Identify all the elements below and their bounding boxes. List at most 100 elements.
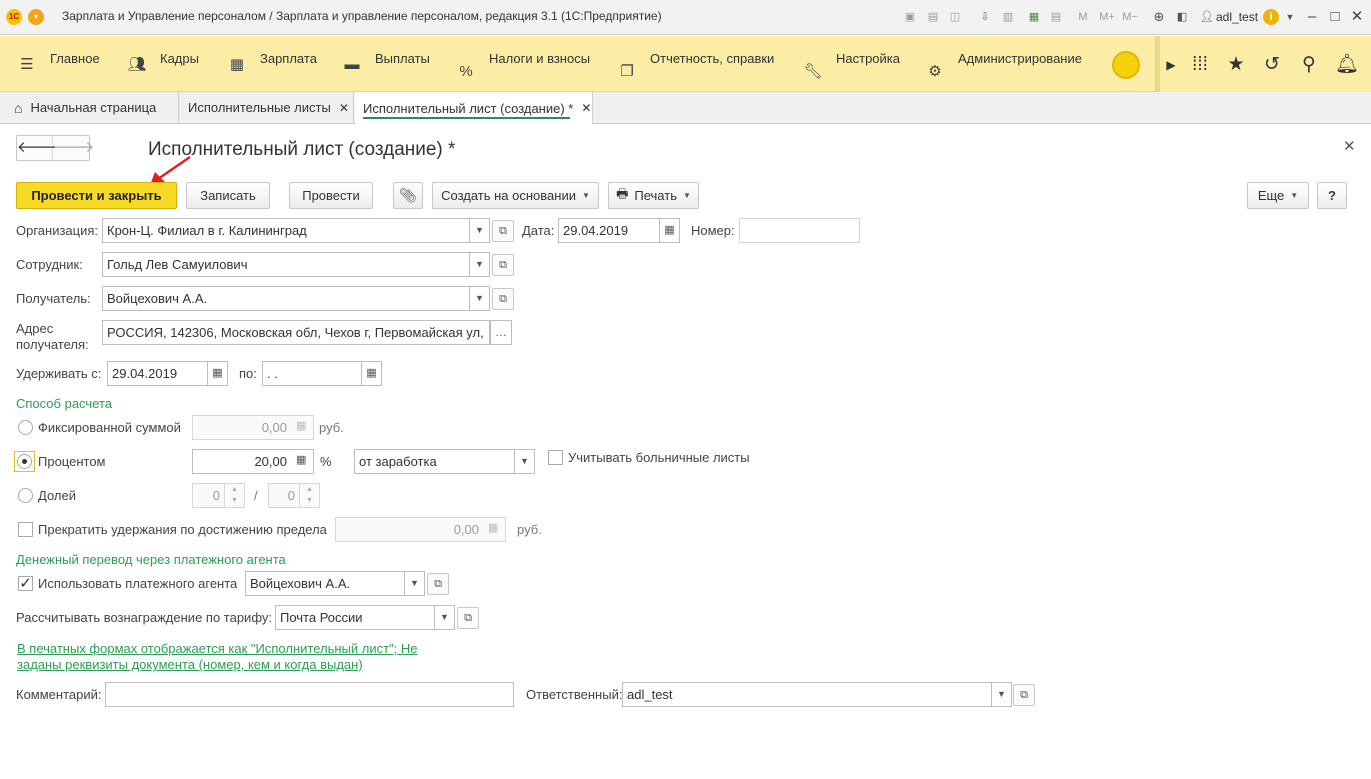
preview-icon[interactable]: ◫ — [947, 9, 963, 25]
calculator-icon[interactable]: ▦ — [296, 453, 306, 466]
wrench-icon: 🔧︎ — [803, 63, 823, 80]
history-icon[interactable]: ↺ — [1259, 52, 1285, 78]
withhold-to-calendar-icon[interactable]: ▦ — [362, 361, 382, 386]
responsible-open-button[interactable]: ⧉ — [1013, 684, 1035, 706]
bell-icon[interactable]: 🔔︎ — [1334, 52, 1360, 78]
layout-icon[interactable]: ◧ — [1174, 9, 1190, 25]
sick-leave-checkbox[interactable] — [548, 450, 563, 465]
fixed-sum-radio[interactable] — [18, 420, 33, 435]
organization-dropdown[interactable]: ▼ — [470, 218, 490, 243]
section-reports[interactable]: ❐ Отчетность, справки — [618, 36, 774, 92]
minimize-icon[interactable]: – — [1301, 6, 1323, 28]
denominator-spinner[interactable]: ▲ ▼ — [300, 483, 320, 508]
limit-field[interactable]: 0,00 — [335, 517, 506, 542]
memory-plus-icon[interactable]: M+ — [1097, 9, 1117, 25]
calendar-icon[interactable]: ▤ — [1048, 9, 1064, 25]
section-salary[interactable]: ▦ Зарплата — [228, 36, 317, 92]
numerator-spinner[interactable]: ▲ ▼ — [225, 483, 245, 508]
address-field[interactable]: РОССИЯ, 142306, Московская обл, Чехов г,… — [102, 320, 490, 345]
attach-file-button[interactable]: 📎︎ — [393, 182, 423, 209]
employee-open-button[interactable]: ⧉ — [492, 254, 514, 276]
zoom-icon[interactable]: ⊕ — [1151, 9, 1167, 25]
forward-arrow-icon[interactable]: 🡒 — [54, 136, 94, 160]
share-radio[interactable] — [18, 488, 33, 503]
back-arrow-icon[interactable]: 🡐 — [17, 136, 57, 160]
more-button[interactable]: Еще ▼ — [1247, 182, 1309, 209]
number-field[interactable] — [739, 218, 860, 243]
recipient-open-button[interactable]: ⧉ — [492, 288, 514, 310]
tab-writ-create[interactable]: Исполнительный лист (создание) * ✕ — [355, 92, 593, 124]
maximize-icon[interactable]: □ — [1324, 6, 1346, 28]
tab-home[interactable]: ⌂ Начальная страница — [6, 92, 179, 123]
stop-at-limit-label: Прекратить удержания по достижению преде… — [38, 522, 327, 537]
share-label: Долей — [38, 488, 76, 503]
employee-field[interactable]: Гольд Лев Самуилович — [102, 252, 470, 277]
user-name[interactable]: adl_test — [1216, 10, 1258, 24]
apps-grid-icon[interactable]: ⁞⁞⁞ — [1187, 52, 1213, 78]
star-icon[interactable]: ★ — [1223, 52, 1249, 78]
search-icon[interactable]: ⚲ — [1296, 52, 1322, 78]
employee-dropdown[interactable]: ▼ — [470, 252, 490, 277]
download-icon[interactable]: ⇩ — [977, 9, 993, 25]
tab-writ-list[interactable]: Исполнительные листы ✕ — [180, 92, 354, 123]
withhold-from-calendar-icon[interactable]: ▦ — [208, 361, 228, 386]
main-menu-icon[interactable]: ▾ — [28, 9, 44, 25]
agent-open-button[interactable]: ⧉ — [427, 573, 449, 595]
date-field[interactable]: 29.04.2019 — [558, 218, 660, 243]
organization-field[interactable]: Крон-Ц. Филиал в г. Калининград — [102, 218, 470, 243]
use-agent-checkbox[interactable]: ✓ — [18, 576, 33, 591]
close-tab-icon[interactable]: ✕ — [339, 101, 349, 115]
recipient-field[interactable]: Войцехович А.А. — [102, 286, 470, 311]
create-based-on-button[interactable]: Создать на основании ▼ — [432, 182, 599, 209]
memory-m-icon[interactable]: M — [1076, 9, 1090, 25]
section-admin[interactable]: ⚙ Администрирование — [926, 36, 1082, 92]
user-icon: 👤︎ — [1200, 11, 1214, 23]
date-calendar-icon[interactable]: ▦ — [660, 218, 680, 243]
fixed-sum-unit: руб. — [319, 420, 344, 435]
share-denominator-field[interactable]: 0 — [268, 483, 300, 508]
print-button[interactable]: 🖶 Печать ▼ — [608, 182, 699, 209]
play-icon[interactable]: ▶ — [1158, 52, 1184, 78]
print-icon[interactable]: ▤ — [925, 9, 941, 25]
use-agent-label: Использовать платежного агента — [38, 576, 238, 591]
recipient-dropdown[interactable]: ▼ — [470, 286, 490, 311]
info-icon[interactable]: i — [1263, 9, 1279, 25]
section-settings[interactable]: 🔧︎ Настройка — [803, 36, 900, 92]
agent-dropdown[interactable]: ▼ — [405, 571, 425, 596]
post-button[interactable]: Провести — [289, 182, 373, 209]
post-and-close-button[interactable]: Провести и закрыть — [16, 182, 177, 209]
withhold-from-field[interactable]: 29.04.2019 — [107, 361, 208, 386]
close-tab-icon[interactable]: ✕ — [581, 101, 591, 115]
percent-radio[interactable] — [17, 454, 32, 469]
help-button[interactable]: ? — [1317, 182, 1347, 209]
withhold-to-field[interactable]: . . — [262, 361, 362, 386]
memory-minus-icon[interactable]: M− — [1120, 9, 1140, 25]
comment-field[interactable] — [105, 682, 514, 707]
spreadsheet-icon[interactable]: ▦ — [1026, 9, 1042, 25]
close-form-icon[interactable]: ✕ — [1343, 137, 1356, 155]
section-payments[interactable]: ▬ Выплаты — [343, 36, 430, 92]
tariff-field[interactable]: Почта России — [275, 605, 435, 630]
section-hr[interactable]: 👥︎ Кадры — [127, 36, 198, 92]
print-forms-note-link-line1[interactable]: В печатных формах отображается как "Испо… — [17, 641, 418, 656]
tariff-open-button[interactable]: ⧉ — [457, 607, 479, 629]
responsible-dropdown[interactable]: ▼ — [992, 682, 1012, 707]
chevron-down-icon[interactable]: ▼ — [1282, 9, 1298, 25]
responsible-field[interactable]: adl_test — [622, 682, 992, 707]
save-button[interactable]: Записать — [186, 182, 270, 209]
close-window-icon[interactable]: ✕ — [1346, 6, 1368, 28]
section-main[interactable]: ☰ Главное — [18, 36, 99, 92]
share-numerator-field[interactable]: 0 — [192, 483, 225, 508]
section-taxes[interactable]: % Налоги и взносы — [457, 36, 590, 92]
sun-icon[interactable] — [1112, 51, 1140, 79]
percent-base-field[interactable]: от заработка — [354, 449, 515, 474]
stop-at-limit-checkbox[interactable] — [18, 522, 33, 537]
tariff-dropdown[interactable]: ▼ — [435, 605, 455, 630]
save-icon[interactable]: ▣ — [902, 9, 918, 25]
attach-icon[interactable]: ▥ — [1000, 9, 1016, 25]
percent-base-dropdown[interactable]: ▼ — [515, 449, 535, 474]
address-more-button[interactable]: … — [490, 320, 512, 345]
agent-field[interactable]: Войцехович А.А. — [245, 571, 405, 596]
organization-open-button[interactable]: ⧉ — [492, 220, 514, 242]
print-forms-note-link-line2[interactable]: заданы реквизиты документа (номер, кем и… — [17, 657, 363, 672]
